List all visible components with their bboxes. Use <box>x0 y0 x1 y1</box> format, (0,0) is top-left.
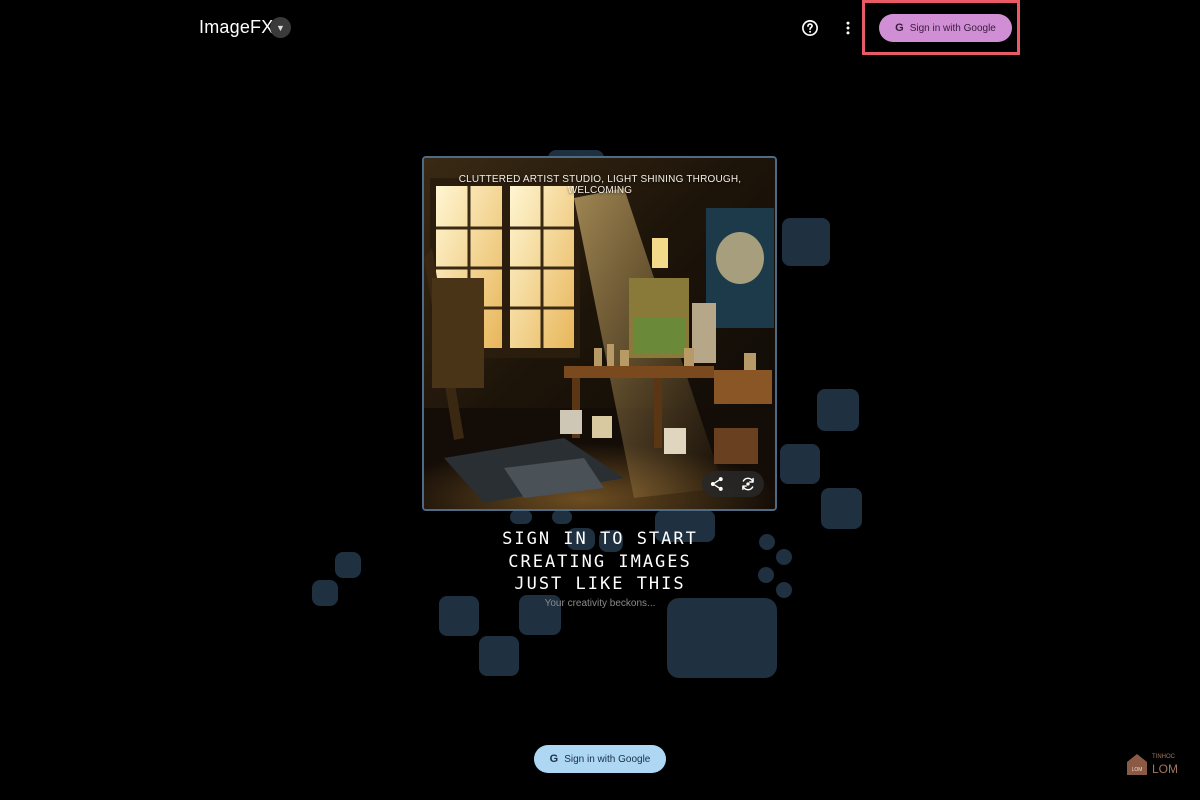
decor-tile <box>439 596 479 636</box>
watermark-small-text: TINHOC <box>1152 754 1175 760</box>
decor-tile <box>312 580 338 606</box>
sign-in-google-button[interactable]: G Sign in with Google <box>879 14 1012 42</box>
watermark-house-text: LOM <box>1132 767 1143 773</box>
more-options-button[interactable] <box>838 18 858 38</box>
image-caption: CLUTTERED ARTIST STUDIO, LIGHT SHINING T… <box>458 174 742 196</box>
google-icon: G <box>549 753 559 765</box>
decor-tile <box>821 488 862 529</box>
sign-in-google-button-bottom[interactable]: G Sign in with Google <box>534 745 666 773</box>
watermark-brand-text: LOM <box>1152 762 1179 776</box>
headline-line: CREATING IMAGES <box>508 551 692 572</box>
caret-down-icon: ▼ <box>276 22 285 33</box>
decor-tile <box>667 598 777 678</box>
headline-line: SIGN IN TO START <box>502 529 698 549</box>
google-icon: G <box>895 22 904 34</box>
help-circle-icon <box>802 20 818 36</box>
regenerate-icon <box>742 477 754 491</box>
decor-tile <box>510 510 532 524</box>
headline-line: JUST LIKE THIS <box>514 574 686 594</box>
sign-in-label: Sign in with Google <box>564 753 651 765</box>
help-button[interactable] <box>800 18 820 38</box>
decor-tile <box>782 218 830 266</box>
app-title: ImageFX <box>199 17 274 37</box>
tagline: Your creativity beckons... <box>544 598 656 609</box>
decor-tile <box>335 552 361 578</box>
decor-tile <box>780 444 820 484</box>
regenerate-button[interactable] <box>739 475 757 493</box>
decor-tile <box>817 389 859 431</box>
more-vert-icon <box>846 21 850 35</box>
watermark-logo: LOM <box>1125 752 1149 776</box>
share-button[interactable] <box>708 475 726 493</box>
sample-image-card <box>422 156 777 511</box>
app-switcher-button[interactable]: ▼ <box>270 17 291 38</box>
share-icon <box>710 477 723 491</box>
decor-tile <box>552 510 572 524</box>
sign-in-label: Sign in with Google <box>909 22 996 34</box>
artist-studio-image <box>424 158 775 509</box>
sign-in-headline: SIGN IN TO START CREATING IMAGES JUST LI… <box>400 528 800 596</box>
decor-tile <box>479 636 519 676</box>
